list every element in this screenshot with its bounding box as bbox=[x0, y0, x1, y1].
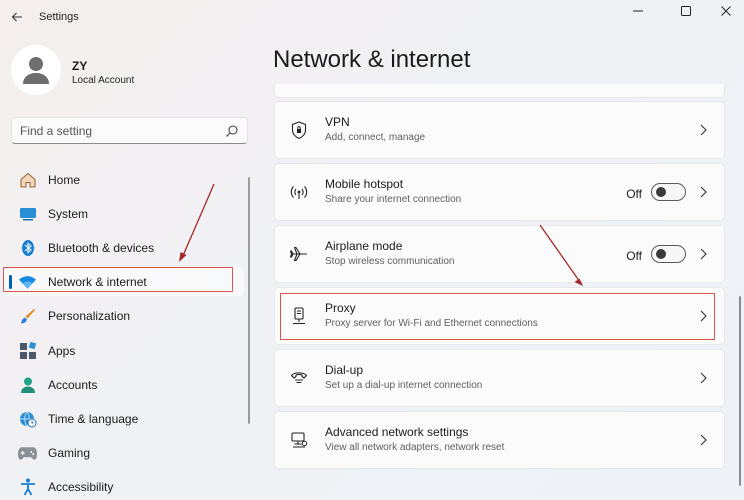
sidebar-item-label: Accounts bbox=[48, 378, 98, 392]
page-title: Network & internet bbox=[273, 46, 471, 73]
card-subtitle: Add, connect, manage bbox=[325, 132, 426, 143]
search-input[interactable] bbox=[12, 118, 222, 143]
toggle-state-label: Off bbox=[626, 187, 642, 201]
sidebar-item-label: Personalization bbox=[48, 309, 131, 323]
toggle-state-label: Off bbox=[626, 249, 642, 263]
settings-card-mobile-hotspot[interactable]: Mobile hotspot Share your internet conne… bbox=[274, 163, 725, 221]
card-title: VPN bbox=[325, 115, 350, 129]
search-box[interactable] bbox=[11, 117, 248, 144]
monitor-icon bbox=[18, 204, 37, 223]
main-scrollbar[interactable] bbox=[739, 296, 741, 486]
wifi-icon bbox=[18, 272, 37, 291]
card-subtitle: View all network adapters, network reset bbox=[325, 442, 505, 453]
globe-clock-icon bbox=[18, 409, 37, 428]
airplane-icon bbox=[289, 244, 309, 264]
maximize-button[interactable] bbox=[664, 0, 708, 22]
sidebar-item-bluetooth[interactable]: Bluetooth & devices bbox=[4, 233, 244, 262]
card-title: Dial-up bbox=[325, 363, 364, 377]
settings-card-proxy[interactable]: Proxy Proxy server for Wi-Fi and Etherne… bbox=[274, 287, 725, 345]
person-icon bbox=[18, 375, 37, 394]
sidebar-scrollbar[interactable] bbox=[248, 177, 250, 424]
card-subtitle: Set up a dial-up internet connection bbox=[325, 380, 483, 391]
settings-card-dial-up[interactable]: Dial-up Set up a dial-up internet connec… bbox=[274, 349, 725, 407]
chevron-right-icon bbox=[700, 186, 707, 198]
card-title: Airplane mode bbox=[325, 239, 403, 253]
app-title: Settings bbox=[39, 11, 79, 23]
bluetooth-icon bbox=[18, 238, 37, 257]
sidebar-item-gaming[interactable]: Gaming bbox=[4, 438, 244, 467]
avatar[interactable] bbox=[11, 45, 61, 95]
dialup-icon bbox=[289, 368, 309, 388]
back-button[interactable] bbox=[6, 6, 28, 28]
sidebar-item-apps[interactable]: Apps bbox=[4, 336, 244, 365]
card-subtitle: Share your internet connection bbox=[325, 194, 462, 205]
gamepad-icon bbox=[18, 443, 37, 462]
arrow-left-icon bbox=[11, 12, 22, 22]
sidebar-item-personalization[interactable]: Personalization bbox=[4, 301, 244, 330]
settings-card-advanced-network[interactable]: Advanced network settings View all netwo… bbox=[274, 411, 725, 469]
shield-icon bbox=[289, 120, 309, 140]
sidebar-item-label: Time & language bbox=[48, 412, 139, 426]
settings-card-partial[interactable] bbox=[274, 84, 725, 98]
apps-icon bbox=[18, 341, 37, 360]
sidebar-item-system[interactable]: System bbox=[4, 199, 244, 228]
card-subtitle: Proxy server for Wi-Fi and Ethernet conn… bbox=[325, 318, 538, 329]
sidebar-item-label: Apps bbox=[48, 344, 76, 358]
card-title: Advanced network settings bbox=[325, 425, 469, 439]
toggle-knob bbox=[656, 187, 666, 197]
sidebar-item-home[interactable]: Home bbox=[4, 165, 244, 194]
close-button[interactable] bbox=[704, 0, 744, 22]
settings-card-vpn[interactable]: VPN Add, connect, manage bbox=[274, 101, 725, 159]
airplane-mode-toggle[interactable] bbox=[651, 245, 686, 263]
user-avatar-icon bbox=[23, 57, 49, 84]
chevron-right-icon bbox=[700, 248, 707, 260]
card-title: Mobile hotspot bbox=[325, 177, 404, 191]
title-bar: Settings bbox=[0, 0, 744, 36]
search-icon[interactable] bbox=[225, 124, 239, 138]
sidebar-item-label: System bbox=[48, 207, 89, 221]
user-name: ZY bbox=[72, 59, 88, 73]
sidebar-item-label: Accessibility bbox=[48, 480, 114, 494]
sidebar-item-time-language[interactable]: Time & language bbox=[4, 404, 244, 433]
minimize-button[interactable] bbox=[616, 0, 660, 22]
proxy-icon bbox=[289, 306, 309, 326]
sidebar-item-network[interactable]: Network & internet bbox=[4, 267, 244, 296]
chevron-right-icon bbox=[700, 434, 707, 446]
toggle-knob bbox=[656, 249, 666, 259]
sidebar-item-label: Network & internet bbox=[48, 275, 147, 289]
sidebar-item-label: Home bbox=[48, 173, 81, 187]
account-type: Local Account bbox=[72, 75, 135, 86]
maximize-icon bbox=[681, 6, 691, 16]
card-title: Proxy bbox=[325, 301, 356, 315]
hotspot-icon bbox=[289, 182, 309, 202]
sidebar-item-label: Gaming bbox=[48, 446, 91, 460]
sidebar-item-label: Bluetooth & devices bbox=[48, 241, 155, 255]
network-adapter-icon bbox=[289, 430, 309, 450]
card-subtitle: Stop wireless communication bbox=[325, 256, 455, 267]
chevron-right-icon bbox=[700, 372, 707, 384]
accessibility-icon bbox=[18, 477, 37, 496]
chevron-right-icon bbox=[700, 124, 707, 136]
sidebar-item-accounts[interactable]: Accounts bbox=[4, 370, 244, 399]
chevron-right-icon bbox=[700, 310, 707, 322]
settings-card-airplane-mode[interactable]: Airplane mode Stop wireless communicatio… bbox=[274, 225, 725, 283]
home-icon bbox=[18, 170, 37, 189]
minimize-icon bbox=[633, 10, 643, 12]
mobile-hotspot-toggle[interactable] bbox=[651, 183, 686, 201]
brush-icon bbox=[18, 306, 37, 325]
sidebar-item-accessibility[interactable]: Accessibility bbox=[4, 472, 244, 500]
close-icon bbox=[721, 6, 731, 16]
